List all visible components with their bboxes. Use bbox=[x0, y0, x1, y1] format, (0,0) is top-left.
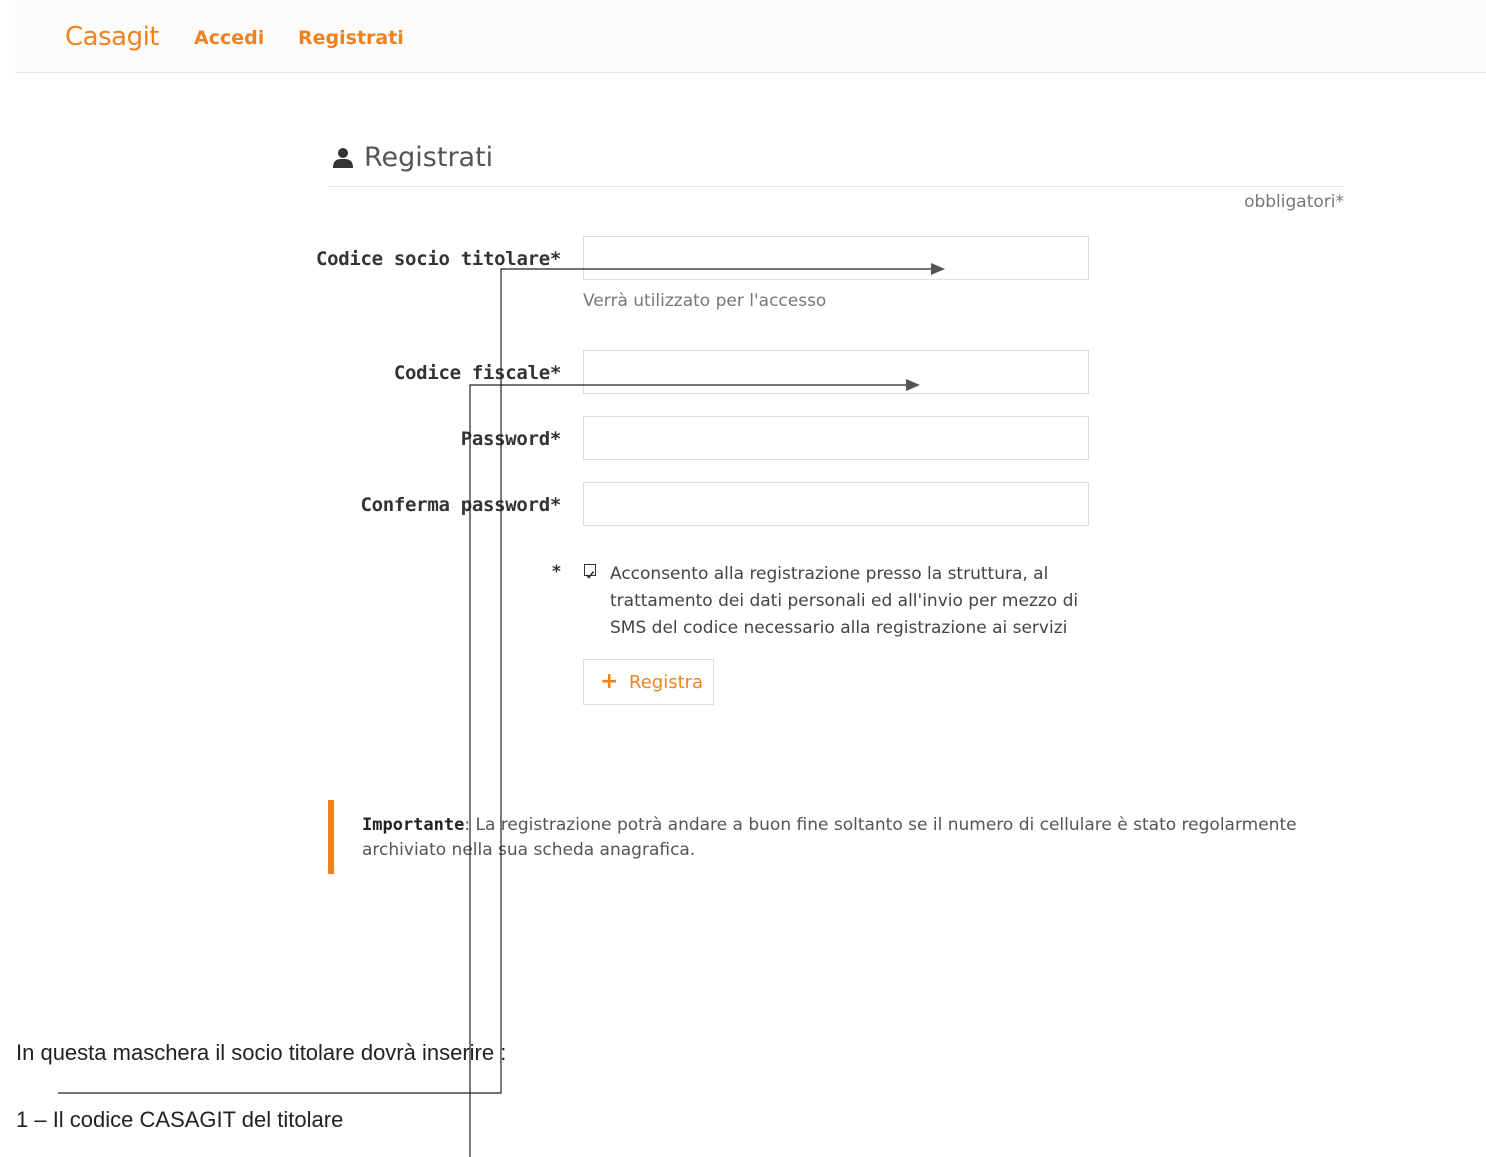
important-notice: Importante: La registrazione potrà andar… bbox=[328, 800, 1334, 874]
nav-link-accedi[interactable]: Accedi bbox=[194, 27, 264, 49]
navbar: Casagit Accedi Registrati bbox=[15, 0, 1486, 73]
page-header: Registrati bbox=[328, 140, 1344, 187]
confirm-password-label: Conferma password* bbox=[360, 494, 561, 516]
register-button[interactable]: + Registra bbox=[583, 659, 714, 705]
consent-text: Acconsento alla registrazione presso la … bbox=[610, 564, 1079, 638]
notice-body: : La registrazione potrà andare a buon f… bbox=[362, 815, 1297, 860]
password-input[interactable] bbox=[583, 416, 1089, 460]
codice-fiscale-input[interactable] bbox=[583, 350, 1089, 394]
document-intro: In questa maschera il socio titolare dov… bbox=[16, 1040, 507, 1065]
nav-link-registrati[interactable]: Registrati bbox=[298, 27, 404, 49]
user-icon bbox=[332, 147, 354, 173]
brand-logo[interactable]: Casagit bbox=[65, 22, 160, 52]
checkbox-checked-icon bbox=[585, 571, 595, 579]
password-label: Password* bbox=[460, 428, 562, 450]
page-title: Registrati bbox=[364, 142, 494, 173]
consent-required-mark: * bbox=[552, 562, 561, 582]
codice-fiscale-label: Codice fiscale* bbox=[393, 362, 561, 384]
consent-checkbox[interactable] bbox=[584, 564, 596, 579]
codice-socio-hint: Verrà utilizzato per l'accesso bbox=[583, 291, 827, 311]
required-note: obbligatori* bbox=[1244, 192, 1344, 212]
document-item-1: 1 – Il codice CASAGIT del titolare bbox=[16, 1107, 344, 1132]
codice-socio-input[interactable] bbox=[583, 236, 1089, 280]
confirm-password-input[interactable] bbox=[583, 482, 1089, 526]
codice-socio-label: Codice socio titolare* bbox=[315, 248, 561, 270]
notice-strong: Importante bbox=[362, 815, 465, 835]
plus-icon: + bbox=[600, 669, 619, 694]
register-button-label: Registra bbox=[629, 672, 704, 693]
notice-text: Importante: La registrazione potrà andar… bbox=[362, 813, 1342, 863]
